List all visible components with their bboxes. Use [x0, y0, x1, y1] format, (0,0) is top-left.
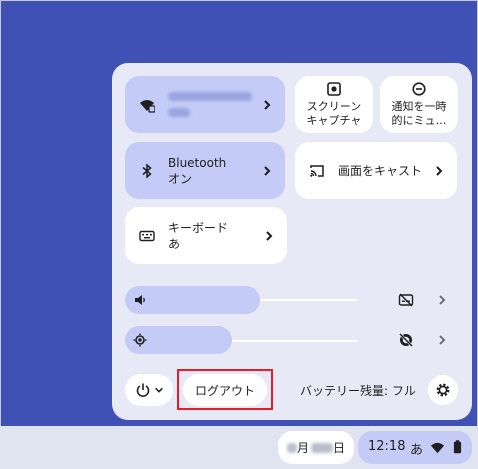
cast-tile[interactable]: 画面をキャスト: [295, 142, 457, 199]
chevron-down-icon: [154, 387, 163, 393]
bluetooth-title: Bluetooth: [168, 155, 227, 170]
do-not-disturb-tile[interactable]: 通知を一時 的にミュ…: [380, 76, 458, 133]
mute-captions-button[interactable]: [392, 286, 420, 314]
date-month-blurred: [286, 442, 297, 453]
keyboard-tile[interactable]: キーボード あ: [125, 207, 287, 264]
chevron-right-icon: [436, 165, 443, 176]
do-not-disturb-icon: [412, 81, 426, 96]
battery-icon: [453, 440, 462, 454]
do-not-disturb-label-1: 通知を一時: [391, 99, 447, 113]
power-button[interactable]: [125, 374, 173, 406]
date-day-blurred: [311, 442, 333, 453]
network-label-blurred: [168, 89, 252, 121]
volume-icon: [135, 295, 145, 305]
chevron-right-icon: [264, 165, 271, 176]
date-tray-button[interactable]: 月 日: [278, 431, 354, 464]
screen-capture-label-2: キャプチャ: [306, 113, 362, 127]
wifi-lock-icon: [140, 99, 155, 113]
quick-settings-panel: スクリーン キャプチャ 通知を一時 的にミュ… Bluetooth オン 画面を…: [112, 63, 472, 420]
screen-capture-icon: [327, 81, 341, 96]
brightness-slider-fill[interactable]: [125, 326, 232, 354]
chevron-right-icon: [266, 230, 273, 241]
power-icon: [136, 383, 149, 397]
keyboard-status: あ: [168, 236, 181, 251]
bluetooth-status: オン: [168, 171, 193, 186]
brightness-icon: [133, 333, 147, 347]
date-month-suffix: 月: [296, 441, 309, 455]
do-not-disturb-label-2: 的にミュ…: [391, 113, 447, 127]
network-tile[interactable]: [125, 76, 285, 133]
privacy-screen-icon: [399, 333, 413, 347]
bluetooth-icon: [142, 162, 152, 179]
privacy-screen-button[interactable]: [392, 326, 420, 354]
clock-time: 12:18: [368, 439, 406, 454]
screen-capture-tile[interactable]: スクリーン キャプチャ: [295, 76, 373, 133]
wifi-icon: [430, 442, 445, 454]
status-tray-button[interactable]: 12:18 あ: [358, 431, 472, 464]
battery-status-label: バッテリー残量: フル: [300, 384, 416, 398]
screen-capture-label-1: スクリーン: [306, 99, 362, 113]
chevron-right-icon: [264, 99, 271, 110]
bluetooth-text: Bluetooth オン: [168, 155, 226, 187]
keyboard-title: キーボード: [168, 220, 229, 235]
mute-captions-icon: [398, 293, 414, 307]
volume-slider-fill[interactable]: [125, 286, 260, 314]
settings-icon: [436, 383, 450, 397]
bluetooth-tile[interactable]: Bluetooth オン: [125, 142, 285, 199]
date-day-suffix: 日: [333, 441, 346, 455]
keyboard-text: キーボード あ: [168, 220, 228, 252]
ime-indicator: あ: [410, 443, 424, 458]
cast-icon: [310, 164, 324, 177]
settings-button[interactable]: [428, 375, 458, 405]
brightness-settings-chevron-icon[interactable]: [438, 334, 446, 346]
cast-label: 画面をキャスト: [338, 163, 423, 178]
volume-settings-chevron-icon[interactable]: [438, 294, 446, 306]
logout-highlight-box: [177, 369, 273, 410]
keyboard-icon: [139, 230, 155, 241]
